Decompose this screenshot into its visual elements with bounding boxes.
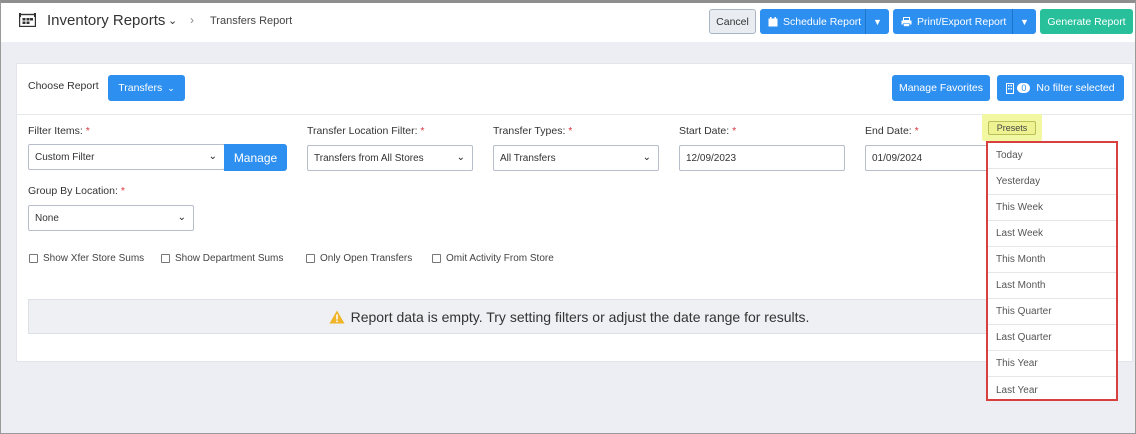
preset-item-this-quarter[interactable]: This Quarter: [988, 299, 1116, 325]
checkbox-label: Omit Activity From Store: [446, 253, 554, 264]
end-date-label: End Date: *: [865, 125, 919, 137]
app-title[interactable]: Inventory Reports: [47, 12, 165, 29]
location-filter-select[interactable]: Transfers from All Stores ⌄: [307, 145, 473, 171]
preset-item-last-quarter[interactable]: Last Quarter: [988, 325, 1116, 351]
filter-count-badge: 0: [1017, 83, 1031, 93]
start-date-label: Start Date: *: [679, 125, 736, 137]
start-date-input[interactable]: 12/09/2023: [679, 145, 845, 171]
preset-item-today[interactable]: Today: [988, 143, 1116, 169]
breadcrumb: Transfers Report: [210, 15, 293, 27]
schedule-report-button-group: Schedule Report ▼: [760, 9, 889, 34]
chevron-down-icon[interactable]: ⌄: [168, 14, 177, 27]
print-export-button-group: Print/Export Report ▼: [893, 9, 1036, 34]
report-select-label: Transfers: [118, 82, 163, 94]
presets-button[interactable]: Presets: [988, 121, 1036, 135]
transfer-types-label: Transfer Types: *: [493, 125, 572, 137]
filter-items-label: Filter Items: *: [28, 125, 90, 137]
location-filter-label: Transfer Location Filter: *: [307, 125, 425, 137]
transfer-types-label-text: Transfer Types:: [493, 125, 566, 137]
print-export-button[interactable]: Print/Export Report: [893, 9, 1012, 34]
preset-item-last-week[interactable]: Last Week: [988, 221, 1116, 247]
generate-report-button[interactable]: Generate Report: [1040, 9, 1133, 34]
print-dropdown-toggle[interactable]: ▼: [1012, 9, 1036, 34]
top-bar: Inventory Reports ⌄ › Transfers Report C…: [0, 0, 1136, 42]
transfer-types-select[interactable]: All Transfers ⌄: [493, 145, 659, 171]
chevron-down-icon: ⌄: [642, 152, 651, 163]
checkbox-box[interactable]: [161, 254, 170, 263]
cancel-button[interactable]: Cancel: [709, 9, 756, 34]
building-icon: [1006, 82, 1015, 94]
schedule-dropdown-toggle[interactable]: ▼: [865, 9, 889, 34]
alert-message: Report data is empty. Try setting filter…: [350, 308, 810, 325]
filter-status-button[interactable]: 0 No filter selected: [997, 75, 1124, 101]
omit-activity-from-store-checkbox[interactable]: Omit Activity From Store: [432, 253, 554, 264]
location-filter-value: Transfers from All Stores: [314, 152, 424, 164]
print-export-label: Print/Export Report: [917, 15, 1007, 28]
schedule-report-button[interactable]: Schedule Report: [760, 9, 865, 34]
preset-item-this-month[interactable]: This Month: [988, 247, 1116, 273]
calendar-report-icon: [19, 13, 36, 27]
filter-items-value: Custom Filter: [35, 151, 95, 163]
checkbox-box[interactable]: [432, 254, 441, 263]
calendar-icon: [768, 16, 778, 26]
presets-dropdown: Today Yesterday This Week Last Week This…: [986, 141, 1118, 401]
presets-highlight: Presets: [982, 114, 1042, 141]
preset-item-last-month[interactable]: Last Month: [988, 273, 1116, 299]
required-mark: *: [85, 125, 90, 137]
required-mark: *: [732, 125, 737, 137]
manage-favorites-button[interactable]: Manage Favorites: [892, 75, 990, 101]
group-by-value: None: [35, 212, 59, 224]
preset-item-yesterday[interactable]: Yesterday: [988, 169, 1116, 195]
required-mark: *: [120, 185, 125, 197]
chevron-down-icon: ⌄: [167, 82, 175, 93]
report-select-button[interactable]: Transfers ⌄: [108, 75, 185, 101]
end-date-input[interactable]: 01/09/2024: [865, 145, 987, 171]
preset-item-this-week[interactable]: This Week: [988, 195, 1116, 221]
group-by-label-text: Group By Location:: [28, 185, 118, 197]
manage-button[interactable]: Manage: [224, 144, 287, 171]
group-by-select[interactable]: None ⌄: [28, 205, 194, 231]
choose-report-label: Choose Report: [28, 80, 99, 92]
show-xfer-store-sums-checkbox[interactable]: Show Xfer Store Sums: [29, 253, 144, 264]
only-open-transfers-checkbox[interactable]: Only Open Transfers: [306, 253, 412, 264]
checkbox-label: Show Department Sums: [175, 253, 284, 264]
preset-item-this-year[interactable]: This Year: [988, 351, 1116, 377]
required-mark: *: [420, 125, 425, 137]
filter-status-label: No filter selected: [1036, 82, 1115, 94]
filter-items-select[interactable]: Custom Filter ⌄: [28, 144, 225, 170]
required-mark: *: [914, 125, 919, 137]
checkbox-box[interactable]: [29, 254, 38, 263]
preset-item-last-year[interactable]: Last Year: [988, 377, 1116, 403]
end-date-value: 01/09/2024: [872, 152, 923, 164]
checkbox-label: Only Open Transfers: [320, 253, 413, 264]
required-mark: *: [568, 125, 573, 137]
chevron-right-icon: ›: [190, 13, 194, 27]
start-date-label-text: Start Date:: [679, 125, 730, 137]
show-department-sums-checkbox[interactable]: Show Department Sums: [161, 253, 283, 264]
chevron-down-icon: ⌄: [208, 151, 217, 162]
warning-icon: [329, 310, 345, 323]
filter-items-label-text: Filter Items:: [28, 125, 83, 137]
chevron-down-icon: ⌄: [177, 212, 186, 223]
schedule-report-label: Schedule Report: [783, 15, 862, 28]
group-by-label: Group By Location: *: [28, 185, 125, 197]
chevron-down-icon: ⌄: [456, 152, 465, 163]
divider: [16, 114, 1133, 115]
end-date-label-text: End Date:: [865, 125, 912, 137]
location-filter-label-text: Transfer Location Filter:: [307, 125, 418, 137]
empty-report-alert: Report data is empty. Try setting filter…: [28, 299, 1110, 334]
printer-icon: [901, 16, 912, 27]
checkbox-box[interactable]: [306, 254, 315, 263]
transfer-types-value: All Transfers: [500, 152, 556, 164]
start-date-value: 12/09/2023: [686, 152, 737, 164]
checkbox-label: Show Xfer Store Sums: [43, 253, 145, 264]
